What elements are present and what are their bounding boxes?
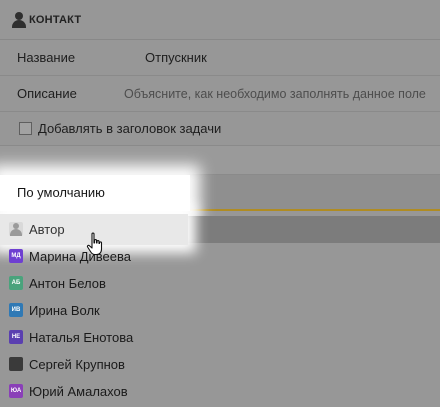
option-label: Сергей Крупнов [29,357,125,372]
option-label: Автор [29,222,65,237]
name-label: Название [17,50,76,65]
option-label: Антон Белов [29,276,106,291]
add-to-title-checkbox[interactable] [19,122,32,135]
dropdown-selected-value[interactable]: По умолчанию [17,185,105,200]
option-user[interactable]: Сергей Крупнов [0,351,440,378]
option-user[interactable]: НЕ Наталья Енотова [0,324,440,351]
description-label: Описание [17,86,77,101]
default-value-dropdown[interactable]: По умолчанию [0,175,440,211]
contact-field-editor: КОНТАКТ Название Отпускник Описание Объя… [0,0,440,407]
user-avatar: АБ [9,276,23,290]
section-header: КОНТАКТ [0,0,440,40]
option-author[interactable]: Автор [0,214,440,245]
option-label: Юрий Амалахов [29,384,128,399]
option-label: Ирина Волк [29,303,100,318]
name-input[interactable]: Отпускник [145,50,207,65]
add-to-title-label[interactable]: Добавлять в заголовок задачи [38,121,221,136]
default-avatar-icon [9,222,23,236]
option-user[interactable]: АБ Антон Белов [0,270,440,297]
add-to-title-row: Добавлять в заголовок задачи [0,112,440,146]
user-photo-avatar [9,357,23,371]
option-user[interactable]: ИВ Ирина Волк [0,297,440,324]
user-avatar: ИВ [9,303,23,317]
section-title: КОНТАКТ [29,13,82,26]
description-input[interactable]: Объясните, как необходимо заполнять данн… [124,87,426,101]
user-avatar: ЮА [9,384,23,398]
description-row: Описание Объясните, как необходимо запол… [0,76,440,112]
name-row: Название Отпускник [0,40,440,76]
option-user[interactable]: ЮА Юрий Амалахов [0,378,440,405]
user-avatar: МД [9,249,23,263]
person-icon [12,11,26,28]
option-label: Марина Дивеева [29,249,131,264]
option-label: Наталья Енотова [29,330,134,345]
user-avatar: НЕ [9,330,23,344]
divider-band [0,146,440,175]
hand-cursor-icon [86,232,103,256]
option-user[interactable]: МД Марина Дивеева [0,243,440,270]
